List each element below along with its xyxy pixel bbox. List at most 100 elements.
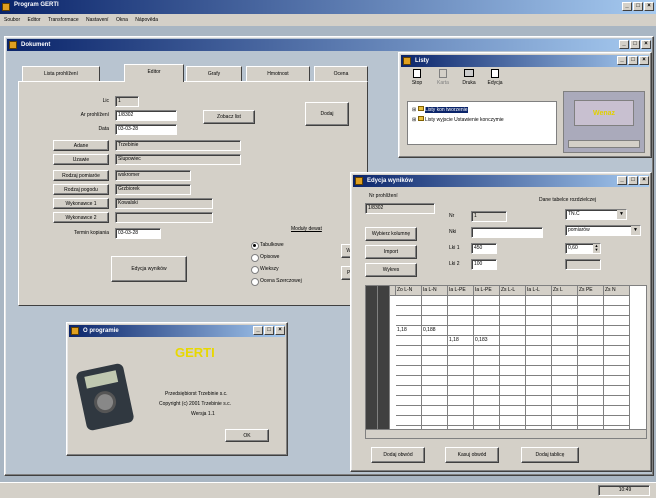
grid-header-cell[interactable]: Ia L-L	[526, 286, 552, 296]
grid-cell[interactable]	[422, 416, 448, 426]
grid-cell[interactable]	[526, 406, 552, 416]
grid-cell[interactable]	[396, 416, 422, 426]
grid-cell[interactable]	[500, 416, 526, 426]
grid-cell[interactable]	[396, 306, 422, 316]
import-button[interactable]: Import	[365, 245, 417, 259]
menu-item-okna[interactable]: Okna	[116, 17, 128, 23]
grid-cell[interactable]	[500, 296, 526, 306]
grid-cell[interactable]	[474, 346, 500, 356]
grid-cell[interactable]	[474, 316, 500, 326]
grid-cell[interactable]	[578, 306, 604, 316]
measure-minimize-button[interactable]: _	[617, 176, 627, 185]
grid-cell[interactable]	[396, 296, 422, 306]
field-button-6[interactable]: Rodzaj pogodu	[53, 184, 109, 195]
grid-cell[interactable]	[552, 326, 578, 336]
grid-cell[interactable]	[552, 336, 578, 346]
lists-close-button[interactable]: ×	[639, 56, 649, 65]
grid-cell[interactable]	[604, 296, 630, 306]
grid-cell[interactable]	[604, 406, 630, 416]
grid-header-cell[interactable]: Zs L-L	[500, 286, 526, 296]
grid-cell[interactable]	[526, 316, 552, 326]
grid-header-cell[interactable]: Ia L-PE	[448, 286, 474, 296]
grid-cell[interactable]	[526, 356, 552, 366]
grid-cell[interactable]	[422, 316, 448, 326]
grid-cell[interactable]	[526, 376, 552, 386]
grid-cell[interactable]	[422, 366, 448, 376]
grid-cell[interactable]	[526, 346, 552, 356]
spin-icon[interactable]: ▲ ▼	[593, 244, 600, 253]
field-input-2[interactable]: 03-03-28	[115, 124, 177, 135]
wybierz-kolumne-button[interactable]: Wybierz kolumnę	[365, 227, 417, 241]
grid-cell[interactable]	[474, 406, 500, 416]
grid-header-cell[interactable]: Ia L-PE	[474, 286, 500, 296]
field-button-4[interactable]: Uzawie	[53, 154, 109, 165]
grid-cell[interactable]	[604, 316, 630, 326]
measure-input-3[interactable]: 100	[471, 259, 497, 270]
toolbar-stop-button[interactable]: Stop	[407, 69, 427, 86]
grid-cell[interactable]	[578, 356, 604, 366]
grid-cell[interactable]	[604, 336, 630, 346]
grid-cell[interactable]	[604, 366, 630, 376]
grid-cell[interactable]	[448, 346, 474, 356]
grid-cell[interactable]	[448, 396, 474, 406]
grid-cell[interactable]	[604, 356, 630, 366]
grid-cell[interactable]	[396, 356, 422, 366]
grid-cell[interactable]	[578, 386, 604, 396]
grid-cell[interactable]	[448, 296, 474, 306]
toolbar-druka-button[interactable]: Druka	[459, 69, 479, 86]
field-button-7[interactable]: Wykonawce 1	[53, 198, 109, 209]
chevron-down-icon[interactable]: ▼	[631, 226, 640, 235]
grid-cell[interactable]	[422, 406, 448, 416]
grid-cell[interactable]	[526, 416, 552, 426]
menu-item-soubor[interactable]: Soubor	[4, 17, 20, 23]
grid-cell[interactable]	[552, 376, 578, 386]
grid-cell[interactable]	[474, 396, 500, 406]
grid-cell[interactable]	[474, 306, 500, 316]
grid-cell[interactable]	[526, 366, 552, 376]
grid-cell[interactable]	[526, 336, 552, 346]
grid-cell[interactable]	[552, 416, 578, 426]
grid-cell[interactable]	[396, 406, 422, 416]
grid-cell[interactable]	[448, 316, 474, 326]
edycja-wynikow-button[interactable]: Edycja wyników	[111, 256, 187, 282]
grid-cell[interactable]	[422, 386, 448, 396]
radio-opisowe[interactable]: Opisowe	[251, 254, 279, 262]
grid-cell[interactable]	[552, 356, 578, 366]
grid-cell[interactable]	[474, 366, 500, 376]
app-close-button[interactable]: ×	[644, 2, 654, 11]
grid-cell[interactable]	[578, 316, 604, 326]
about-maximize-button[interactable]: □	[264, 326, 274, 335]
grid-cell[interactable]	[500, 306, 526, 316]
grid-cell[interactable]	[578, 336, 604, 346]
field-input-9[interactable]: 03-03-28	[115, 228, 161, 239]
field-input-1[interactable]: 1/8302	[115, 110, 177, 121]
grid-header-cell[interactable]: Zs L	[552, 286, 578, 296]
tab-lista[interactable]: Lista prohlížení	[22, 66, 100, 81]
grid-cell[interactable]	[396, 376, 422, 386]
grid-cell[interactable]	[578, 406, 604, 416]
grid-cell[interactable]	[396, 366, 422, 376]
menu-item-transformace[interactable]: Transformace	[48, 17, 79, 23]
grid-cell[interactable]	[474, 326, 500, 336]
main-minimize-button[interactable]: _	[619, 40, 629, 49]
grid-cell[interactable]	[552, 406, 578, 416]
about-close-button[interactable]: ×	[275, 326, 285, 335]
grid-cell[interactable]: 1,18	[448, 336, 474, 346]
grid-cell[interactable]: 0,188	[422, 326, 448, 336]
field-button-8[interactable]: Wykonawce 2	[53, 212, 109, 223]
measure-close-button[interactable]: ×	[639, 176, 649, 185]
grid-header-cell[interactable]: Zo L-N	[396, 286, 422, 296]
grid-cell[interactable]	[552, 366, 578, 376]
about-ok-button[interactable]: OK	[225, 429, 269, 442]
grid-cell[interactable]	[422, 376, 448, 386]
menu-item-napoveda[interactable]: Nápověda	[135, 17, 158, 23]
grid-cell[interactable]	[474, 376, 500, 386]
grid-cell[interactable]	[500, 326, 526, 336]
grid-cell[interactable]	[578, 296, 604, 306]
field-button-5[interactable]: Rodzaj pomiaróe	[53, 170, 109, 181]
grid-cell[interactable]	[422, 356, 448, 366]
grid-cell[interactable]	[500, 336, 526, 346]
zobacz-list-button[interactable]: Zobacz list	[203, 110, 255, 124]
measure-maximize-button[interactable]: □	[628, 176, 638, 185]
app-maximize-button[interactable]: □	[633, 2, 643, 11]
